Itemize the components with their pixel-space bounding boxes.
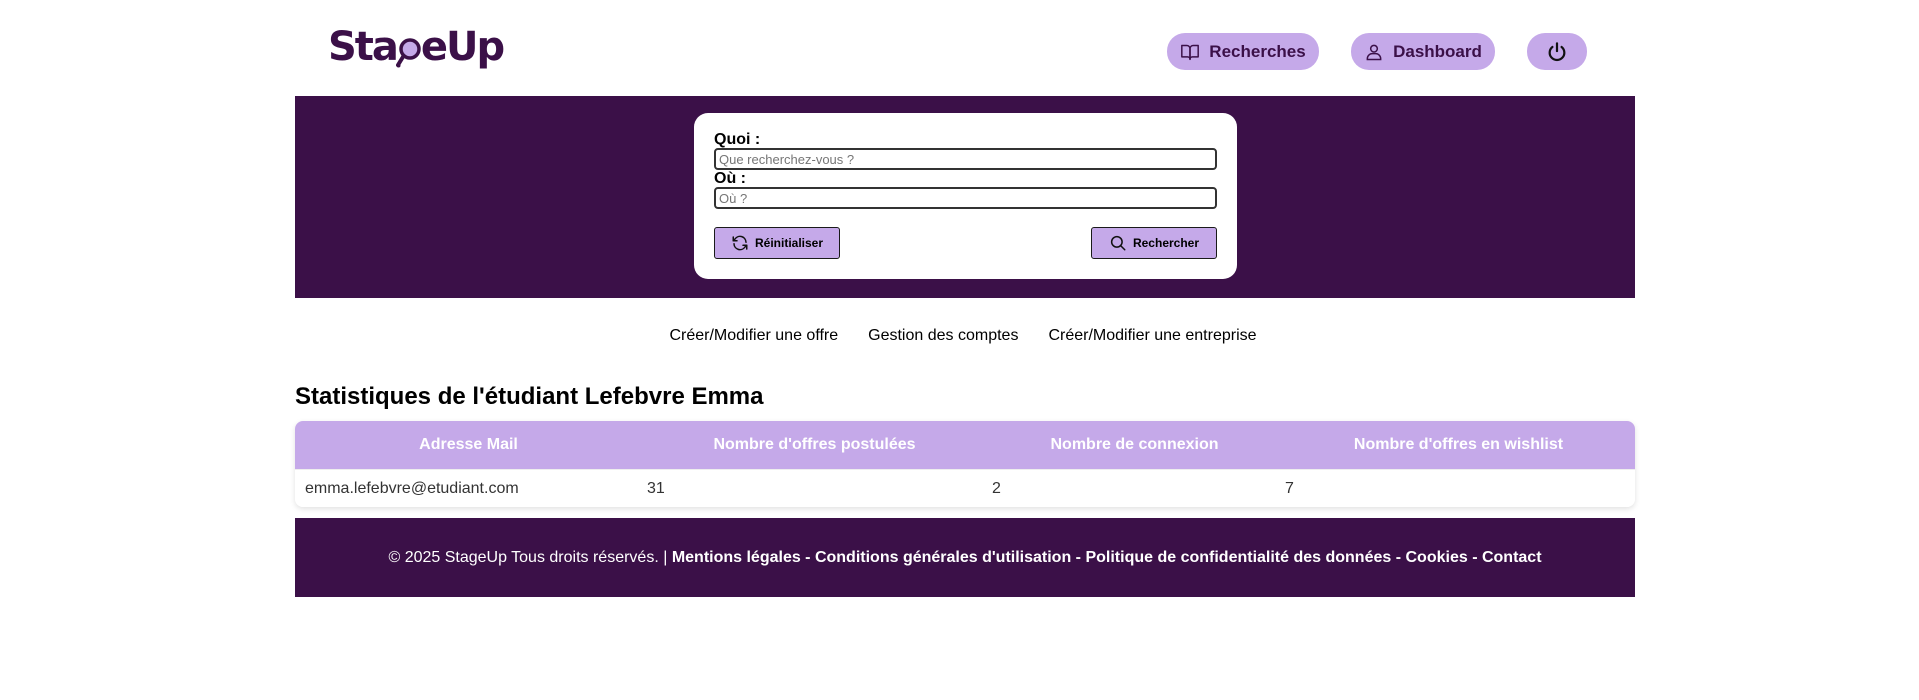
search-banner: Quoi : Où : Réinitialiser Rechercher: [295, 96, 1635, 298]
recherches-button[interactable]: Recherches: [1167, 33, 1319, 70]
dashboard-label: Dashboard: [1393, 41, 1482, 61]
book-open-icon: [1181, 44, 1200, 60]
table-header: Adresse Mail Nombre d'offres postulées N…: [295, 421, 1635, 469]
dashboard-button[interactable]: Dashboard: [1351, 33, 1495, 70]
column-header-logins: Nombre de connexion: [1050, 436, 1219, 453]
copyright-text: © 2025 StageUp Tous droits réservés. |: [388, 548, 672, 566]
logo-text-suffix: eUp: [420, 24, 505, 70]
subnav-item-comptes[interactable]: Gestion des comptes: [868, 327, 1018, 345]
cell-applications: 31: [647, 479, 665, 497]
footer-link-contact[interactable]: Contact: [1482, 549, 1542, 567]
search-icon: [1110, 235, 1126, 251]
user-icon: [1366, 44, 1382, 60]
admin-subnav: Créer/Modifier une offre Gestion des com…: [0, 327, 1919, 345]
search-actions: Réinitialiser Rechercher: [714, 227, 1217, 259]
what-label: Quoi :: [714, 131, 761, 148]
recherches-label: Recherches: [1209, 41, 1306, 61]
subnav-item-entreprise[interactable]: Créer/Modifier une entreprise: [1048, 327, 1256, 345]
footer-link-privacy[interactable]: Politique de confidentialité des données: [1085, 549, 1391, 567]
reset-button[interactable]: Réinitialiser: [714, 227, 840, 259]
cell-wishlist: 7: [1285, 479, 1294, 497]
search-submit-button[interactable]: Rechercher: [1091, 227, 1217, 259]
header: Sta eUp Recherches Dashboard: [0, 0, 1919, 97]
search-form: Quoi : Où : Réinitialiser Rechercher: [694, 113, 1237, 279]
logo-text-prefix: Sta: [328, 24, 399, 70]
footer-separator: -: [1071, 548, 1086, 566]
search-submit-label: Rechercher: [1132, 236, 1200, 250]
logout-button[interactable]: [1527, 33, 1587, 70]
where-label: Où :: [714, 170, 746, 187]
subnav-item-offre[interactable]: Créer/Modifier une offre: [669, 327, 838, 345]
footer: © 2025 StageUp Tous droits réservés. | M…: [295, 518, 1635, 597]
power-icon: [1548, 41, 1566, 61]
stageup-logo[interactable]: Sta eUp: [328, 22, 505, 72]
reset-label: Réinitialiser: [754, 236, 824, 250]
footer-link-cgu[interactable]: Conditions générales d'utilisation: [815, 549, 1071, 567]
footer-link-cookies[interactable]: Cookies: [1406, 549, 1468, 567]
what-input[interactable]: [714, 148, 1217, 170]
footer-separator: -: [800, 548, 815, 566]
cell-email: emma.lefebvre@etudiant.com: [305, 479, 519, 497]
magnifier-logo-icon: [395, 31, 422, 68]
page-title: Statistiques de l'étudiant Lefebvre Emma: [295, 383, 764, 410]
column-header-applications: Nombre d'offres postulées: [713, 436, 916, 453]
cell-logins: 2: [992, 479, 1001, 497]
stats-table: Adresse Mail Nombre d'offres postulées N…: [295, 421, 1635, 507]
column-header-wishlist: Nombre d'offres en wishlist: [1353, 436, 1564, 453]
footer-separator: -: [1467, 548, 1482, 566]
where-input[interactable]: [714, 187, 1217, 209]
column-header-email: Adresse Mail: [419, 436, 518, 453]
table-row: emma.lefebvre@etudiant.com 31 2 7: [295, 469, 1635, 507]
footer-link-mentions[interactable]: Mentions légales: [672, 549, 801, 567]
footer-separator: -: [1391, 548, 1406, 566]
refresh-icon: [732, 235, 748, 251]
